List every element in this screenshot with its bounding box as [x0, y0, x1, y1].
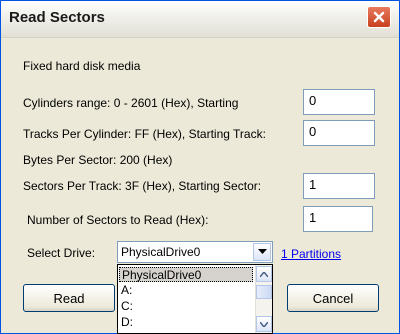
read-sectors-dialog: Read Sectors Fixed hard disk media Cylin…: [0, 0, 400, 334]
bytes-per-sector-label: Bytes Per Sector: 200 (Hex): [23, 153, 173, 167]
chevron-down-icon: [257, 249, 267, 254]
drive-option-c[interactable]: C:: [119, 299, 253, 314]
drive-dropdown-list: PhysicalDrive0 A: C: D:: [117, 264, 273, 334]
title-bar: Read Sectors: [1, 1, 399, 38]
drive-select-value: PhysicalDrive0: [121, 245, 201, 259]
drive-option-physicaldrive0[interactable]: PhysicalDrive0: [119, 267, 253, 282]
close-button[interactable]: [367, 6, 391, 28]
drive-option-a[interactable]: A:: [119, 283, 253, 298]
drive-dropdown-button[interactable]: [253, 243, 271, 261]
sector-count-label: Number of Sectors to Read (Hex):: [27, 213, 209, 227]
sectors-label: Sectors Per Track: 3F (Hex), Starting Se…: [23, 179, 262, 193]
cancel-button[interactable]: Cancel: [287, 284, 379, 312]
chevron-down-icon: [260, 321, 268, 327]
close-icon: [373, 11, 385, 23]
chevron-up-icon: [260, 271, 268, 277]
dialog-title: Read Sectors: [9, 9, 105, 26]
drive-option-d[interactable]: D:: [119, 315, 253, 330]
partitions-link[interactable]: 1 Partitions: [281, 247, 341, 261]
starting-cylinder-input[interactable]: 0: [303, 89, 375, 115]
select-drive-label: Select Drive:: [27, 246, 96, 260]
starting-track-input[interactable]: 0: [303, 120, 375, 146]
read-button[interactable]: Read: [23, 284, 115, 312]
sector-count-input[interactable]: 1: [303, 206, 373, 232]
cylinders-label: Cylinders range: 0 - 2601 (Hex), Startin…: [23, 96, 239, 110]
scroll-up-button[interactable]: [256, 266, 272, 282]
scroll-down-button[interactable]: [256, 316, 272, 332]
dropdown-scrollbar[interactable]: [255, 265, 272, 333]
starting-sector-input[interactable]: 1: [303, 173, 375, 199]
scroll-thumb[interactable]: [256, 285, 272, 299]
drive-select[interactable]: PhysicalDrive0: [117, 241, 273, 263]
media-type-label: Fixed hard disk media: [23, 59, 141, 73]
tracks-label: Tracks Per Cylinder: FF (Hex), Starting …: [23, 127, 266, 141]
